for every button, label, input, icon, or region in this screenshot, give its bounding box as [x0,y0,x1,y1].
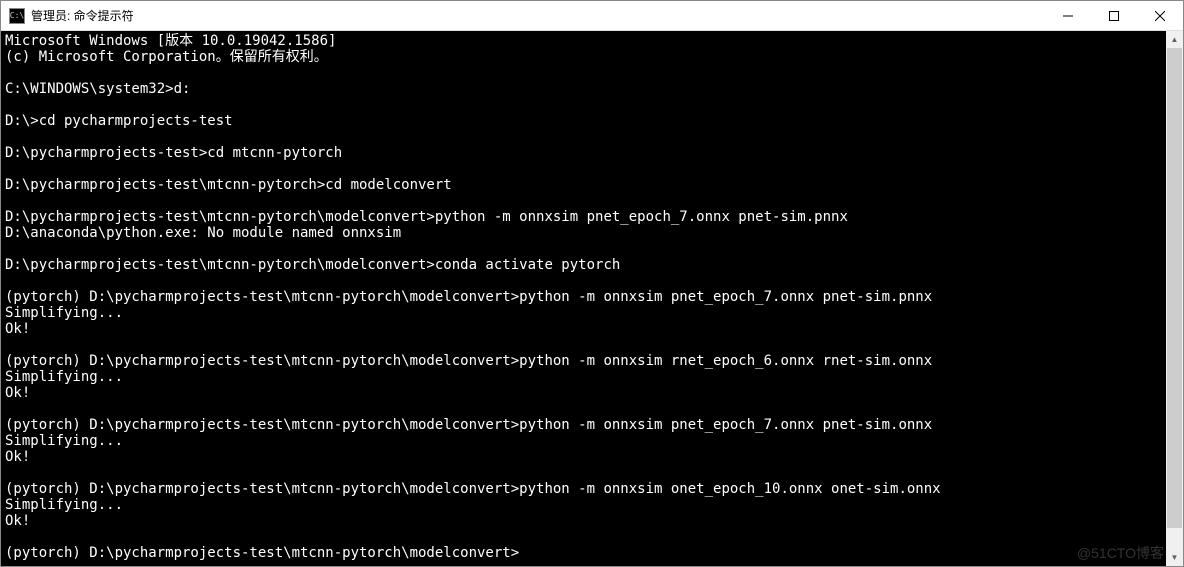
window-controls [1045,1,1183,30]
scrollbar-thumb[interactable] [1167,48,1182,528]
scroll-up-arrow[interactable]: ▲ [1166,31,1183,48]
window-title: 管理员: 命令提示符 [31,7,1045,24]
minimize-button[interactable] [1045,1,1091,30]
minimize-icon [1063,11,1073,21]
cmd-icon: C:\ [9,8,25,24]
titlebar[interactable]: C:\ 管理员: 命令提示符 [1,1,1183,31]
maximize-button[interactable] [1091,1,1137,30]
cmd-icon-text: C:\ [10,12,24,20]
scroll-down-arrow[interactable]: ▼ [1166,549,1183,566]
watermark: @51CTO博客 [1077,543,1164,563]
window-frame: C:\ 管理员: 命令提示符 Microsoft Windows [版本 10.… [0,0,1184,567]
terminal-output[interactable]: Microsoft Windows [版本 10.0.19042.1586] (… [1,31,1166,566]
close-icon [1155,11,1165,21]
scrollbar[interactable]: ▲ ▼ [1166,31,1183,566]
close-button[interactable] [1137,1,1183,30]
terminal-container: Microsoft Windows [版本 10.0.19042.1586] (… [1,31,1183,566]
maximize-icon [1109,11,1119,21]
